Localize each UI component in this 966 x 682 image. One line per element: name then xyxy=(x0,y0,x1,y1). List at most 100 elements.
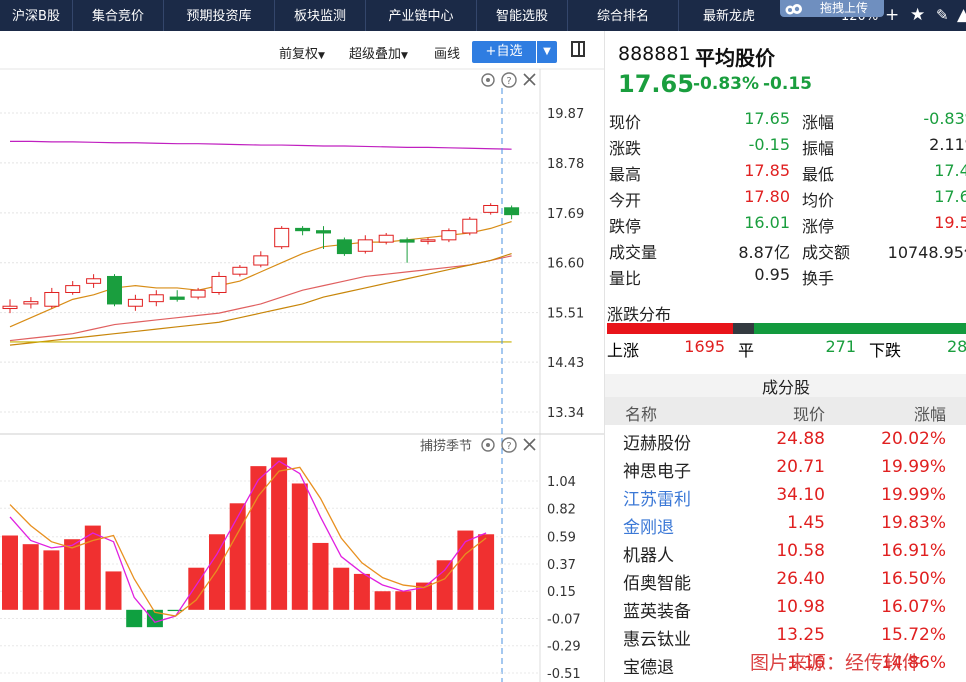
candle-body xyxy=(232,266,248,275)
quote-label: 涨停 xyxy=(802,217,835,236)
constituent-price: 10.98 xyxy=(776,597,825,617)
constituent-row[interactable]: 惠云钛业 13.25 15.72% xyxy=(605,622,966,650)
quote-row: 今开 17.80 均价 17.66 xyxy=(605,187,966,212)
candle-body xyxy=(399,239,415,243)
constituent-row[interactable]: 蓝英装备 10.98 16.07% xyxy=(605,594,966,622)
indicator-bar xyxy=(105,571,122,610)
sub-y-tick-label: 0.59 xyxy=(547,531,576,546)
constituent-row[interactable]: 江苏雷利 34.10 19.99% xyxy=(605,482,966,510)
quote-value: 17.47 xyxy=(934,161,966,180)
ma-line xyxy=(10,140,512,150)
change-percent: -0.83% xyxy=(693,74,760,94)
quote-value: 2.11% xyxy=(929,135,966,154)
kline-chart-area[interactable]: 19.87 18.78 17.69 16.60 15.51 14.43 13.34?? 捕捞季… xyxy=(0,0,604,682)
quote-label: 振幅 xyxy=(802,139,835,158)
candle-body xyxy=(336,239,352,255)
y-tick-label: 14.43 xyxy=(547,356,584,371)
constituent-price: 13.25 xyxy=(776,625,825,645)
constituent-row[interactable]: 神思电子 20.71 19.99% xyxy=(605,454,966,482)
constituent-price: 34.10 xyxy=(776,485,825,505)
candle-body xyxy=(65,285,81,293)
header-name[interactable]: 名称 xyxy=(625,401,657,425)
watermark-text: 图片来源：经传软件 xyxy=(750,652,922,674)
constituent-pct: 15.72% xyxy=(881,625,946,645)
upload-label: 拖拽上传 xyxy=(820,1,869,15)
indicator-title: 捕捞季节 xyxy=(420,438,472,454)
quote-label: 成交额 xyxy=(802,243,851,262)
y-tick-label: 16.60 xyxy=(547,257,584,272)
indicator-bar xyxy=(291,483,308,610)
quote-label: 现价 xyxy=(609,113,642,132)
quote-row: 成交量 8.87亿成交额 10748.95亿 xyxy=(605,239,966,264)
pencil-icon[interactable]: ✎ xyxy=(936,6,949,24)
star-icon[interactable]: ★ xyxy=(910,6,925,24)
quote-label: 今开 xyxy=(609,191,642,210)
indicator-bar xyxy=(353,573,370,610)
indicator-bar xyxy=(271,457,288,610)
constituent-name: 机器人 xyxy=(623,546,674,566)
header-pct[interactable]: 涨幅 xyxy=(845,401,946,425)
quote-row: 量比 0.95 换手 xyxy=(605,265,966,290)
change-amount: -0.15 xyxy=(763,74,812,94)
sub-settings-icon-dot xyxy=(486,443,490,447)
constituent-name: 蓝英装备 xyxy=(623,602,691,622)
quote-label: 最高 xyxy=(609,165,642,184)
indicator-bar xyxy=(312,542,329,610)
plus-icon[interactable]: + xyxy=(885,6,899,24)
indicator-bar xyxy=(478,534,495,610)
candle-body xyxy=(127,298,143,307)
constituent-row[interactable]: 机器人 10.58 16.91% xyxy=(605,538,966,566)
candle-body xyxy=(483,204,499,213)
candle-body xyxy=(2,305,18,310)
distribution-flat-bar xyxy=(733,323,754,334)
candle-body xyxy=(148,294,164,303)
quote-value: -0.15 xyxy=(748,135,790,154)
constituent-name: 宝德退 xyxy=(623,658,674,678)
down-label: 下跌 xyxy=(869,341,902,360)
main-help-icon-glyph: ? xyxy=(506,76,511,87)
current-price: 17.65 xyxy=(618,70,694,98)
y-tick-label: 13.34 xyxy=(547,406,584,421)
candle-body xyxy=(295,227,311,232)
person-icon[interactable]: ▲ xyxy=(957,6,966,24)
sub-y-tick-label: 0.15 xyxy=(547,585,576,600)
upload-button[interactable]: 拖拽上传 xyxy=(780,0,884,17)
quote-label: 跌停 xyxy=(609,217,642,236)
constituent-name: 金刚退 xyxy=(623,518,674,538)
quote-value: 8.87亿 xyxy=(738,243,790,262)
quote-value: -0.83% xyxy=(923,109,966,128)
indicator-bar xyxy=(126,609,143,628)
distribution-down-bar xyxy=(753,323,966,334)
quote-value: 17.66 xyxy=(934,187,966,206)
constituent-row[interactable]: 迈赫股份 24.88 20.02% xyxy=(605,426,966,454)
constituent-name: 迈赫股份 xyxy=(623,434,691,454)
nav-item-dragon-tiger[interactable]: 最新龙虎 xyxy=(679,0,779,31)
down-count: 2814 xyxy=(947,337,966,356)
constituent-name: 惠云钛业 xyxy=(623,630,691,650)
constituents-header: 名称 现价 涨幅 xyxy=(605,397,966,425)
distribution-title: 涨跌分布 xyxy=(607,305,672,324)
y-tick-label: 15.51 xyxy=(547,307,584,322)
indicator-line xyxy=(9,460,487,623)
header-price[interactable]: 现价 xyxy=(745,401,825,425)
constituent-price: 24.88 xyxy=(776,429,825,449)
candle-body xyxy=(23,301,39,305)
constituent-name: 神思电子 xyxy=(623,462,691,482)
constituent-price: 1.45 xyxy=(787,513,825,533)
candle-body xyxy=(441,230,457,241)
constituent-price: 10.58 xyxy=(776,541,825,561)
ma-line xyxy=(9,220,512,328)
indicator-bar xyxy=(374,591,391,610)
stock-name: 平均股价 xyxy=(695,46,775,70)
constituent-name: 江苏雷利 xyxy=(623,490,691,510)
sub-y-tick-label: 1.04 xyxy=(547,475,576,490)
flat-count: 271 xyxy=(825,337,856,356)
constituent-row[interactable]: 金刚退 1.45 19.83% xyxy=(605,510,966,538)
up-count: 1695 xyxy=(684,337,725,356)
constituent-pct: 16.07% xyxy=(881,597,946,617)
candle-body xyxy=(86,278,102,284)
quote-value: 17.65 xyxy=(744,109,790,128)
ma-line xyxy=(9,255,512,342)
constituent-row[interactable]: 佰奥智能 26.40 16.50% xyxy=(605,566,966,594)
candle-body xyxy=(44,291,60,307)
